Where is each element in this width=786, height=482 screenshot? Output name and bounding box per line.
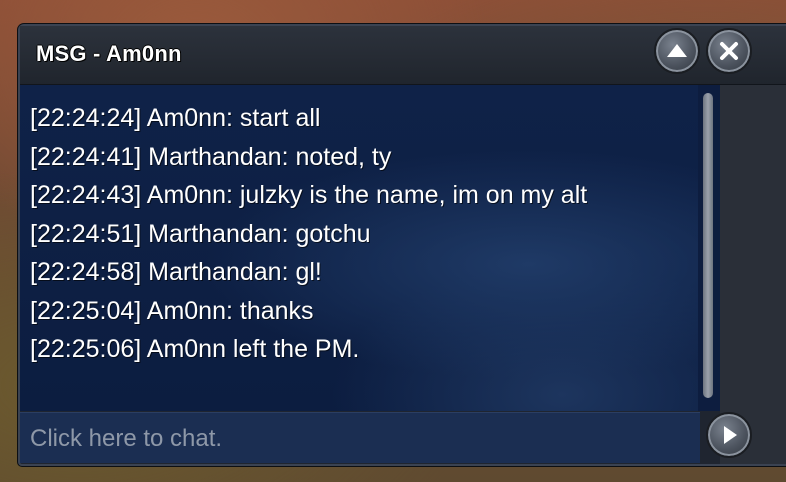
message-list: [22:24:24] Am0nn: start all [22:24:41] M… — [20, 85, 680, 369]
play-arrow-icon — [724, 426, 737, 444]
chat-message: [22:24:43] Am0nn: julzky is the name, im… — [30, 181, 588, 209]
window-title: MSG - Am0nn — [36, 41, 182, 66]
chat-message: [22:24:24] Am0nn: start all — [30, 104, 321, 132]
chat-log: [22:24:24] Am0nn: start all [22:24:41] M… — [20, 85, 698, 411]
side-panel — [720, 85, 786, 464]
chat-message: [22:24:58] Marthandan: gl! — [30, 258, 322, 286]
scrollbar-thumb[interactable] — [703, 93, 713, 398]
chat-message: [22:24:41] Marthandan: noted, ty — [30, 142, 392, 171]
close-icon — [720, 42, 738, 60]
chat-input-bar — [20, 412, 700, 463]
send-button[interactable] — [706, 412, 752, 458]
chat-input[interactable] — [28, 419, 692, 459]
chat-message: [22:25:04] Am0nn: thanks — [30, 296, 314, 325]
chevron-up-icon — [667, 44, 687, 57]
close-button[interactable] — [706, 28, 752, 74]
minimize-button[interactable] — [654, 28, 700, 74]
chat-message: [22:25:06] Am0nn left the PM. — [30, 335, 360, 363]
private-message-window: MSG - Am0nn [22:24:24] Am0nn: start all … — [18, 24, 786, 466]
scrollbar[interactable] — [698, 85, 720, 411]
title-bar[interactable]: MSG - Am0nn — [20, 26, 786, 85]
chat-message: [22:24:51] Marthandan: gotchu — [30, 219, 371, 248]
